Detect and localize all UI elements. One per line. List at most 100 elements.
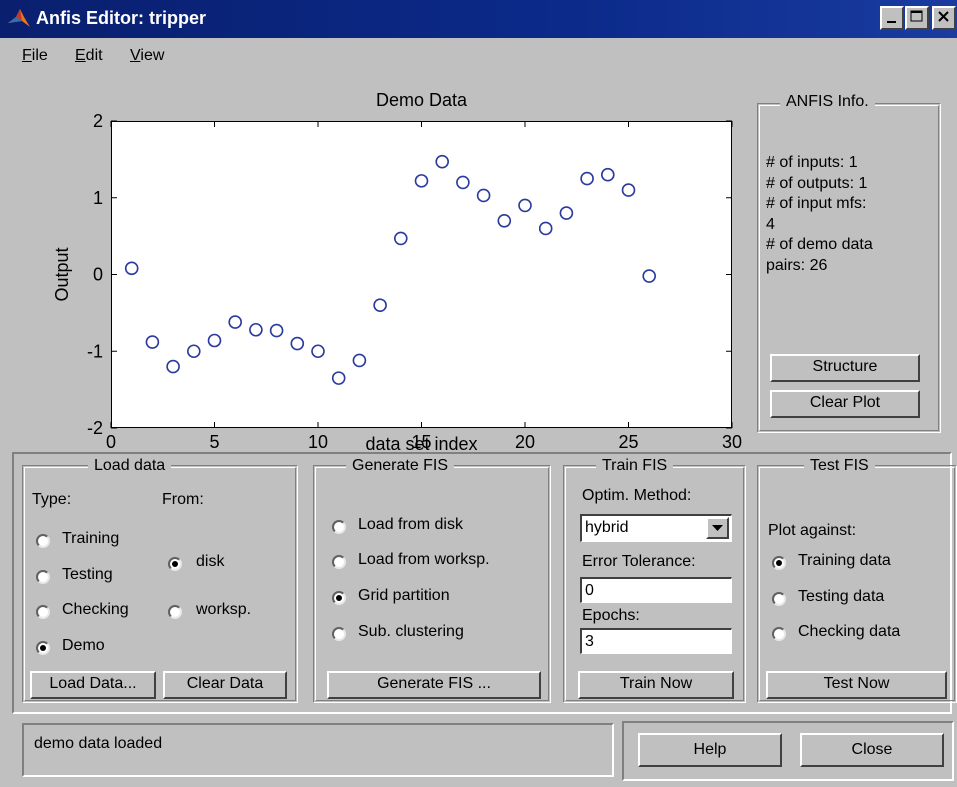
chevron-down-icon	[712, 525, 723, 531]
data-point	[249, 322, 263, 337]
data-point	[642, 269, 657, 283]
x-tick-label: 5	[209, 432, 219, 452]
plot-testing-data-radio[interactable]	[772, 592, 786, 606]
generate-fis-title: Generate FIS	[346, 457, 455, 475]
load-data-title: Load data	[88, 457, 172, 475]
optim-method-value: hybrid	[585, 519, 629, 536]
from-disk-label: disk	[196, 553, 225, 570]
type-testing-radio[interactable]	[36, 570, 50, 584]
plot-checking-data-radio[interactable]	[772, 627, 786, 641]
data-point	[207, 333, 222, 348]
grid-partition-radio[interactable]	[332, 591, 346, 605]
data-point	[352, 353, 367, 368]
data-point	[580, 171, 594, 186]
generate-fis-group	[313, 465, 551, 703]
help-button[interactable]: Help	[638, 733, 782, 767]
data-point	[559, 206, 574, 220]
epochs-input[interactable]: 3	[580, 628, 732, 654]
chart-title: Demo Data	[376, 90, 468, 110]
clear-plot-button[interactable]: Clear Plot	[770, 390, 920, 418]
anfis-info-line: # of demo data	[766, 236, 873, 253]
data-point	[269, 323, 284, 338]
generate-fis-button[interactable]: Generate FIS ...	[327, 671, 541, 699]
from-label: From:	[162, 491, 204, 508]
anfis-info-line: # of input mfs:	[766, 195, 867, 212]
type-label: Type:	[32, 491, 72, 508]
y-tick-label: -1	[87, 341, 103, 361]
error-tolerance-label: Error Tolerance:	[582, 553, 696, 570]
data-point	[600, 167, 615, 182]
anfis-editor-window: Anfis Editor: tripper File Edit View Dem…	[0, 0, 957, 787]
type-demo-radio[interactable]	[36, 641, 50, 655]
data-point	[621, 183, 636, 197]
from-workspace-label: worksp.	[196, 601, 252, 618]
type-checking-label: Checking	[62, 601, 129, 618]
data-point	[518, 198, 532, 213]
structure-button[interactable]: Structure	[770, 354, 920, 382]
y-tick-label: -2	[87, 418, 103, 438]
status-text: demo data loaded	[34, 735, 163, 752]
data-point	[414, 174, 429, 188]
data-point	[166, 359, 180, 374]
data-point	[373, 298, 387, 313]
type-training-radio[interactable]	[36, 534, 50, 548]
anfis-info-line: # of inputs: 1	[766, 154, 858, 171]
y-tick-label: 1	[93, 188, 103, 208]
load-from-disk-label: Load from disk	[358, 516, 463, 533]
anfis-info-line: # of outputs: 1	[766, 174, 868, 192]
load-from-disk-radio[interactable]	[332, 520, 346, 534]
data-point	[187, 344, 201, 359]
type-demo-label: Demo	[62, 637, 105, 654]
data-point	[228, 315, 242, 329]
anfis-info-line: pairs: 26	[766, 256, 828, 274]
data-point	[290, 336, 305, 351]
test-fis-group	[757, 465, 957, 703]
data-point	[393, 231, 408, 246]
plot-against-label: Plot against:	[768, 522, 857, 539]
optim-method-label: Optim. Method:	[582, 487, 692, 504]
sub-clustering-radio[interactable]	[332, 627, 346, 641]
y-axis-label: Output	[52, 247, 72, 301]
anfis-info-line: 4	[766, 215, 775, 233]
data-point	[456, 175, 470, 190]
type-training-label: Training	[62, 530, 120, 547]
x-tick-label: 10	[308, 432, 328, 452]
y-tick-label: 0	[93, 265, 103, 285]
train-now-button[interactable]: Train Now	[578, 671, 734, 699]
from-disk-radio[interactable]	[168, 557, 182, 571]
x-tick-label: 0	[106, 432, 116, 452]
load-data-button[interactable]: Load Data...	[30, 671, 156, 699]
data-point	[331, 371, 346, 385]
clear-data-button[interactable]: Clear Data	[163, 671, 287, 699]
test-fis-title: Test FIS	[804, 457, 875, 475]
plot-checking-data-label: Checking data	[798, 623, 901, 640]
data-point	[145, 335, 160, 349]
x-tick-label: 15	[411, 432, 431, 452]
type-checking-radio[interactable]	[36, 605, 50, 619]
train-fis-title: Train FIS	[596, 457, 674, 475]
y-tick-label: 2	[93, 111, 103, 131]
data-point	[476, 188, 491, 203]
optim-method-dropdown-button[interactable]	[706, 517, 729, 539]
data-point	[311, 344, 325, 359]
close-button[interactable]: Close	[800, 733, 944, 767]
from-workspace-radio[interactable]	[168, 605, 182, 619]
anfis-info-title: ANFIS Info.	[780, 93, 875, 111]
data-point	[124, 261, 139, 276]
status-bar: demo data loaded	[22, 723, 614, 777]
sub-clustering-label: Sub. clustering	[358, 623, 464, 640]
data-point	[497, 213, 512, 228]
test-now-button[interactable]: Test Now	[766, 671, 947, 699]
x-tick-label: 20	[515, 432, 535, 452]
plot-training-data-label: Training data	[798, 552, 891, 569]
load-from-workspace-label: Load from worksp.	[358, 551, 490, 568]
type-testing-label: Testing	[62, 566, 113, 583]
x-tick-label: 30	[722, 432, 742, 452]
plot-training-data-radio[interactable]	[772, 556, 786, 570]
x-tick-label: 25	[618, 432, 638, 452]
load-from-workspace-radio[interactable]	[332, 555, 346, 569]
epochs-label: Epochs:	[582, 607, 640, 624]
data-point	[435, 154, 450, 169]
error-tolerance-input[interactable]: 0	[580, 577, 732, 603]
grid-partition-label: Grid partition	[358, 587, 450, 604]
